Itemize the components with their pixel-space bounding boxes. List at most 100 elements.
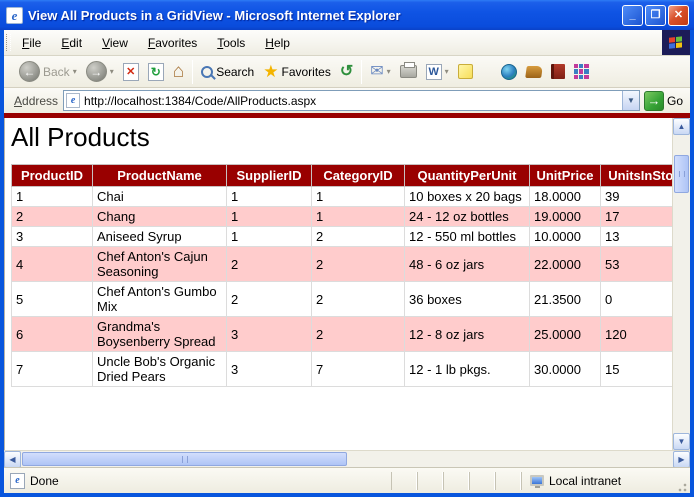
search-button[interactable]: Search bbox=[197, 63, 258, 81]
forward-icon: → bbox=[86, 61, 107, 82]
status-pane bbox=[495, 472, 521, 490]
status-pane bbox=[469, 472, 495, 490]
stop-button[interactable]: ✕ bbox=[119, 61, 143, 83]
messenger-note-button[interactable] bbox=[454, 62, 477, 81]
print-button[interactable] bbox=[396, 63, 421, 80]
refresh-button[interactable]: ↻ bbox=[144, 61, 168, 83]
table-cell: 1 bbox=[12, 187, 93, 207]
table-row: 5Chef Anton's Gumbo Mix2236 boxes21.3500… bbox=[12, 282, 673, 317]
globe-icon bbox=[501, 64, 517, 80]
scroll-down-button[interactable]: ▼ bbox=[673, 433, 690, 450]
thumb-grip bbox=[679, 171, 685, 177]
address-url[interactable]: http://localhost:1384/Code/AllProducts.a… bbox=[84, 94, 622, 108]
table-cell: 3 bbox=[12, 227, 93, 247]
table-cell: 2 bbox=[312, 247, 405, 282]
search-label: Search bbox=[216, 65, 254, 79]
table-cell: 1 bbox=[312, 187, 405, 207]
home-button[interactable]: ⌂ bbox=[169, 61, 188, 83]
table-cell: 120 bbox=[601, 317, 673, 352]
table-row: 7Uncle Bob's Organic Dried Pears3712 - 1… bbox=[12, 352, 673, 387]
horizontal-scroll-thumb[interactable] bbox=[22, 452, 347, 466]
menu-file[interactable]: File bbox=[12, 30, 51, 56]
scroll-up-button[interactable]: ▲ bbox=[673, 118, 690, 135]
address-dropdown-icon[interactable]: ▼ bbox=[622, 91, 639, 110]
status-bar: e Done Local intranet bbox=[4, 467, 690, 493]
vertical-scroll-thumb[interactable] bbox=[674, 155, 689, 193]
forward-button[interactable]: → ▾ bbox=[82, 59, 118, 84]
table-cell: 12 - 1 lb pkgs. bbox=[405, 352, 530, 387]
go-label[interactable]: Go bbox=[667, 94, 683, 108]
status-page-icon: e bbox=[10, 473, 25, 489]
horizontal-scrollbar[interactable]: ◀ ▶ bbox=[4, 450, 690, 467]
minimize-button[interactable]: _ bbox=[622, 5, 643, 26]
go-button[interactable]: → bbox=[644, 91, 664, 111]
table-cell: 30.0000 bbox=[530, 352, 601, 387]
address-input[interactable]: e http://localhost:1384/Code/AllProducts… bbox=[63, 90, 640, 111]
page-content: All Products ProductIDProductNameSupplie… bbox=[4, 118, 672, 450]
table-cell: 3 bbox=[227, 317, 312, 352]
note-icon bbox=[458, 64, 473, 79]
addon-boot-button[interactable] bbox=[522, 64, 546, 80]
zone-text: Local intranet bbox=[549, 474, 621, 488]
menu-favorites[interactable]: Favorites bbox=[138, 30, 207, 56]
table-cell: 13 bbox=[601, 227, 673, 247]
column-header: UnitPrice bbox=[530, 165, 601, 187]
favorites-label: Favorites bbox=[281, 65, 330, 79]
back-button[interactable]: ← Back ▾ bbox=[15, 59, 81, 84]
stop-icon: ✕ bbox=[123, 63, 139, 81]
forward-dropdown-icon[interactable]: ▾ bbox=[110, 67, 114, 76]
book-magnifier-icon bbox=[551, 64, 565, 79]
page-title: All Products bbox=[11, 122, 672, 153]
browser-window: e View All Products in a GridView - Micr… bbox=[0, 0, 694, 497]
table-cell: 7 bbox=[12, 352, 93, 387]
status-pane bbox=[417, 472, 443, 490]
back-icon: ← bbox=[19, 61, 40, 82]
scroll-left-button[interactable]: ◀ bbox=[4, 451, 21, 468]
horizontal-scroll-track[interactable] bbox=[21, 451, 673, 467]
table-cell: 1 bbox=[312, 207, 405, 227]
table-cell: 36 boxes bbox=[405, 282, 530, 317]
local-intranet-icon bbox=[530, 475, 544, 486]
table-cell: 0 bbox=[601, 282, 673, 317]
standard-toolbar: ← Back ▾ → ▾ ✕ ↻ ⌂ Search ★ Favorites ↺ bbox=[4, 56, 690, 88]
scroll-right-button[interactable]: ▶ bbox=[673, 451, 690, 468]
table-cell: 10.0000 bbox=[530, 227, 601, 247]
home-icon: ⌂ bbox=[173, 63, 184, 81]
table-cell: 1 bbox=[227, 227, 312, 247]
security-zone-pane: Local intranet bbox=[521, 472, 671, 490]
history-button[interactable]: ↺ bbox=[336, 62, 357, 82]
table-row: 4Chef Anton's Cajun Seasoning2248 - 6 oz… bbox=[12, 247, 673, 282]
menu-help[interactable]: Help bbox=[255, 30, 300, 56]
addon-messenger-button[interactable] bbox=[570, 62, 593, 81]
table-cell: 19.0000 bbox=[530, 207, 601, 227]
vertical-scroll-track[interactable] bbox=[673, 135, 690, 433]
menu-tools[interactable]: Tools bbox=[207, 30, 255, 56]
maximize-button[interactable]: ❐ bbox=[645, 5, 666, 26]
table-cell: 10 boxes x 20 bags bbox=[405, 187, 530, 207]
menu-view[interactable]: View bbox=[92, 30, 138, 56]
mail-button[interactable]: ✉ ▾ bbox=[366, 62, 394, 82]
table-cell: 5 bbox=[12, 282, 93, 317]
menu-edit[interactable]: Edit bbox=[51, 30, 92, 56]
refresh-icon: ↻ bbox=[148, 63, 164, 81]
addon-globe-button[interactable] bbox=[497, 62, 521, 82]
addon-research-button[interactable] bbox=[547, 62, 569, 81]
edit-with-word-button[interactable]: W ▾ bbox=[422, 62, 453, 82]
back-label: Back bbox=[43, 65, 70, 79]
products-gridview: ProductIDProductNameSupplierIDCategoryID… bbox=[11, 164, 672, 387]
table-cell: 7 bbox=[312, 352, 405, 387]
table-cell: 24 - 12 oz bottles bbox=[405, 207, 530, 227]
close-button[interactable]: ✕ bbox=[668, 5, 689, 26]
mail-dropdown-icon[interactable]: ▾ bbox=[387, 67, 391, 76]
table-cell: Grandma's Boysenberry Spread bbox=[93, 317, 227, 352]
table-row: 6Grandma's Boysenberry Spread3212 - 8 oz… bbox=[12, 317, 673, 352]
favorites-button[interactable]: ★ Favorites bbox=[259, 61, 335, 82]
windows-flag-icon bbox=[669, 36, 683, 49]
back-dropdown-icon[interactable]: ▾ bbox=[73, 67, 77, 76]
resize-grip[interactable] bbox=[675, 480, 688, 493]
table-cell: 39 bbox=[601, 187, 673, 207]
edit-dropdown-icon[interactable]: ▾ bbox=[445, 67, 449, 76]
vertical-scrollbar[interactable]: ▲ ▼ bbox=[672, 118, 690, 450]
status-pane bbox=[391, 472, 417, 490]
status-text: Done bbox=[30, 474, 59, 488]
